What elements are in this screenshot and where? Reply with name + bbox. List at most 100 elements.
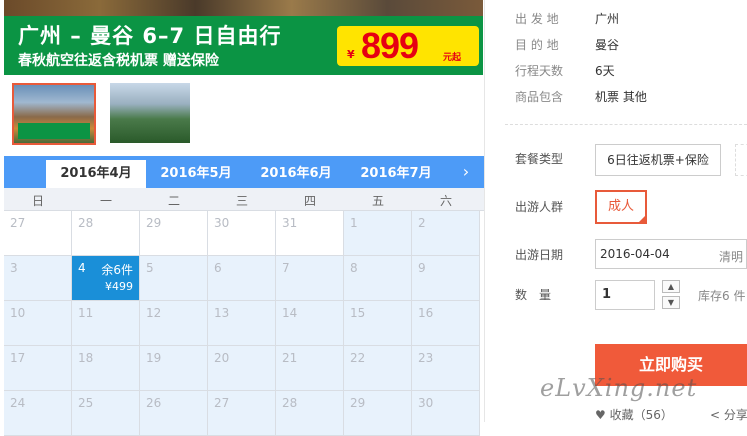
price-suffix: 元起 <box>443 53 462 63</box>
calendar-day[interactable]: 8 <box>344 256 412 301</box>
left-panel: 广州 – 曼谷 6–7 日自由行 春秋航空往返含税机票 赠送保险 ¥ 899 元… <box>0 0 484 436</box>
day-number: 29 <box>350 396 366 410</box>
calendar-day[interactable]: 7 <box>276 256 344 301</box>
calendar-day[interactable]: 3 <box>4 256 72 301</box>
calendar-day[interactable]: 23 <box>412 346 480 391</box>
weekday-label: 六 <box>439 194 452 208</box>
calendar-day[interactable]: 30 <box>412 391 480 436</box>
day-number: 29 <box>146 216 162 230</box>
quantity-input[interactable]: 1 <box>595 280 655 310</box>
calendar-day[interactable]: 26 <box>140 391 208 436</box>
date-note: 清明 <box>719 250 744 264</box>
day-number: 28 <box>78 216 94 230</box>
price-amount: 899 <box>361 25 419 66</box>
calendar-day[interactable]: 5 <box>140 256 208 301</box>
day-number: 24 <box>10 396 26 410</box>
heart-icon: ♥ <box>595 408 606 422</box>
weekday-label: 四 <box>303 194 316 208</box>
calendar-day[interactable]: 16 <box>412 301 480 346</box>
increment-icon[interactable]: ▲ <box>662 280 680 293</box>
calendar-day[interactable]: 12 <box>140 301 208 346</box>
month-tabs: 2016年4月 2016年5月 2016年6月 2016年7月 › <box>4 156 484 188</box>
favorite-button[interactable]: ♥ 收藏（56） <box>595 406 673 423</box>
day-number: 30 <box>418 396 434 410</box>
calendar-day[interactable]: 28 <box>276 391 344 436</box>
info-key: 商品包含 <box>515 90 564 104</box>
day-number: 21 <box>282 351 298 365</box>
calendar-day[interactable]: 13 <box>208 301 276 346</box>
calendar-day[interactable]: 29 <box>140 211 208 256</box>
day-number: 26 <box>146 396 162 410</box>
day-number: 11 <box>78 306 94 320</box>
calendar-day[interactable]: 19 <box>140 346 208 391</box>
chevron-right-icon[interactable]: › <box>456 160 476 184</box>
crowd-label: 出游人群 <box>515 200 564 214</box>
package-option-more[interactable] <box>735 144 747 176</box>
calendar-day[interactable]: 22 <box>344 346 412 391</box>
info-value: 机票 其他 <box>595 90 647 104</box>
day-number: 28 <box>282 396 298 410</box>
calendar-day[interactable]: 10 <box>4 301 72 346</box>
day-number: 9 <box>418 261 426 275</box>
crowd-value: 成人 <box>607 199 634 214</box>
calendar-day-selected[interactable]: 4 余6件 ¥499 <box>72 256 140 301</box>
tab-2016-06[interactable]: 2016年6月 <box>246 160 346 188</box>
calendar-day[interactable]: 21 <box>276 346 344 391</box>
thumbnail-city[interactable] <box>110 83 190 143</box>
tab-2016-05[interactable]: 2016年5月 <box>146 160 246 188</box>
day-number: 22 <box>350 351 366 365</box>
price-calendar: 2016年4月 2016年5月 2016年6月 2016年7月 › 日 一 二 … <box>4 156 484 436</box>
day-number: 10 <box>10 306 26 320</box>
day-number: 5 <box>146 261 154 275</box>
day-number: 27 <box>10 216 26 230</box>
quantity-label: 数 量 <box>515 288 552 302</box>
package-option[interactable]: 6日往返机票+保险 <box>595 144 721 176</box>
day-number: 6 <box>214 261 222 275</box>
banner-photo <box>4 0 483 16</box>
day-number: 12 <box>146 306 162 320</box>
weekday-label: 三 <box>235 194 248 208</box>
day-number: 31 <box>282 216 298 230</box>
day-number: 27 <box>214 396 230 410</box>
info-value: 6天 <box>595 64 615 78</box>
share-button[interactable]: < 分享 <box>710 406 747 423</box>
calendar-day[interactable]: 2 <box>412 211 480 256</box>
calendar-day[interactable]: 29 <box>344 391 412 436</box>
calendar-day[interactable]: 11 <box>72 301 140 346</box>
calendar-day[interactable]: 30 <box>208 211 276 256</box>
date-label: 出游日期 <box>515 248 564 262</box>
calendar-day[interactable]: 20 <box>208 346 276 391</box>
calendar-day[interactable]: 17 <box>4 346 72 391</box>
calendar-day[interactable]: 25 <box>72 391 140 436</box>
calendar-day[interactable]: 28 <box>72 211 140 256</box>
favorite-label: 收藏（56） <box>609 408 673 422</box>
tab-2016-04[interactable]: 2016年4月 <box>46 160 146 188</box>
calendar-day[interactable]: 27 <box>208 391 276 436</box>
day-number: 18 <box>78 351 94 365</box>
tab-2016-07[interactable]: 2016年7月 <box>346 160 446 188</box>
day-number: 2 <box>418 216 426 230</box>
weekday-label: 二 <box>167 194 180 208</box>
calendar-day[interactable]: 9 <box>412 256 480 301</box>
calendar-day[interactable]: 14 <box>276 301 344 346</box>
banner-subtitle: 春秋航空往返含税机票 赠送保险 <box>18 53 219 69</box>
calendar-day[interactable]: 27 <box>4 211 72 256</box>
price-badge: ¥ 899 元起 <box>337 25 479 66</box>
info-key: 出 发 地 <box>515 12 559 26</box>
calendar-day[interactable]: 1 <box>344 211 412 256</box>
crowd-option-adult[interactable]: 成人 <box>595 190 647 224</box>
calendar-day[interactable]: 18 <box>72 346 140 391</box>
calendar-day[interactable]: 24 <box>4 391 72 436</box>
stock-text: 库存6 件 <box>698 289 746 303</box>
day-number: 8 <box>350 261 358 275</box>
day-number: 23 <box>418 351 434 365</box>
watermark: eLvXing.net <box>540 374 698 402</box>
calendar-day[interactable]: 6 <box>208 256 276 301</box>
day-number: 7 <box>282 261 290 275</box>
calendar-day[interactable]: 31 <box>276 211 344 256</box>
day-number: 19 <box>146 351 162 365</box>
thumbnail-temple[interactable] <box>12 83 96 145</box>
calendar-day[interactable]: 15 <box>344 301 412 346</box>
decrement-icon[interactable]: ▼ <box>662 296 680 309</box>
info-key: 目 的 地 <box>515 38 559 52</box>
